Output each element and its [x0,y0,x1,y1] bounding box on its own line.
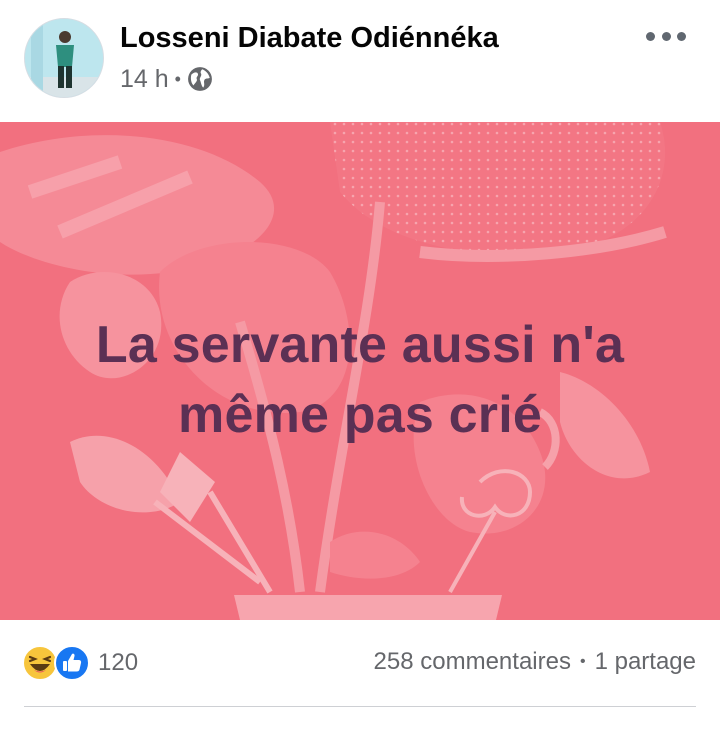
reactions-summary[interactable]: 120 [22,645,138,681]
more-options-button[interactable] [646,26,686,46]
engagement-stats: 258 commentaires • 1 partage [374,648,696,676]
post-text: La servante aussi n'a même pas crié [0,310,720,450]
post-time[interactable]: 14 h [120,65,169,94]
stats-separator: • [579,653,586,670]
avatar[interactable] [24,18,104,98]
post-header: Losseni Diabate Odiénnéka 14 h • [0,0,720,122]
more-dot-icon [646,31,655,41]
author-name[interactable]: Losseni Diabate Odiénnéka [120,20,499,56]
divider [24,706,696,707]
shares-count-link[interactable]: 1 partage [595,648,696,676]
like-icon [54,645,90,681]
comments-count-link[interactable]: 258 commentaires [374,648,571,676]
more-dot-icon [677,31,686,41]
haha-icon [22,645,58,681]
meta-separator: • [174,68,181,89]
post-meta: 14 h • [120,63,213,95]
globe-icon [188,67,212,91]
reaction-count[interactable]: 120 [98,649,138,677]
more-dot-icon [661,31,671,41]
post-text-line: même pas crié [178,386,542,444]
post-text-line: La servante aussi n'a [95,316,625,374]
post-footer: 120 258 commentaires • 1 partage [0,620,720,731]
